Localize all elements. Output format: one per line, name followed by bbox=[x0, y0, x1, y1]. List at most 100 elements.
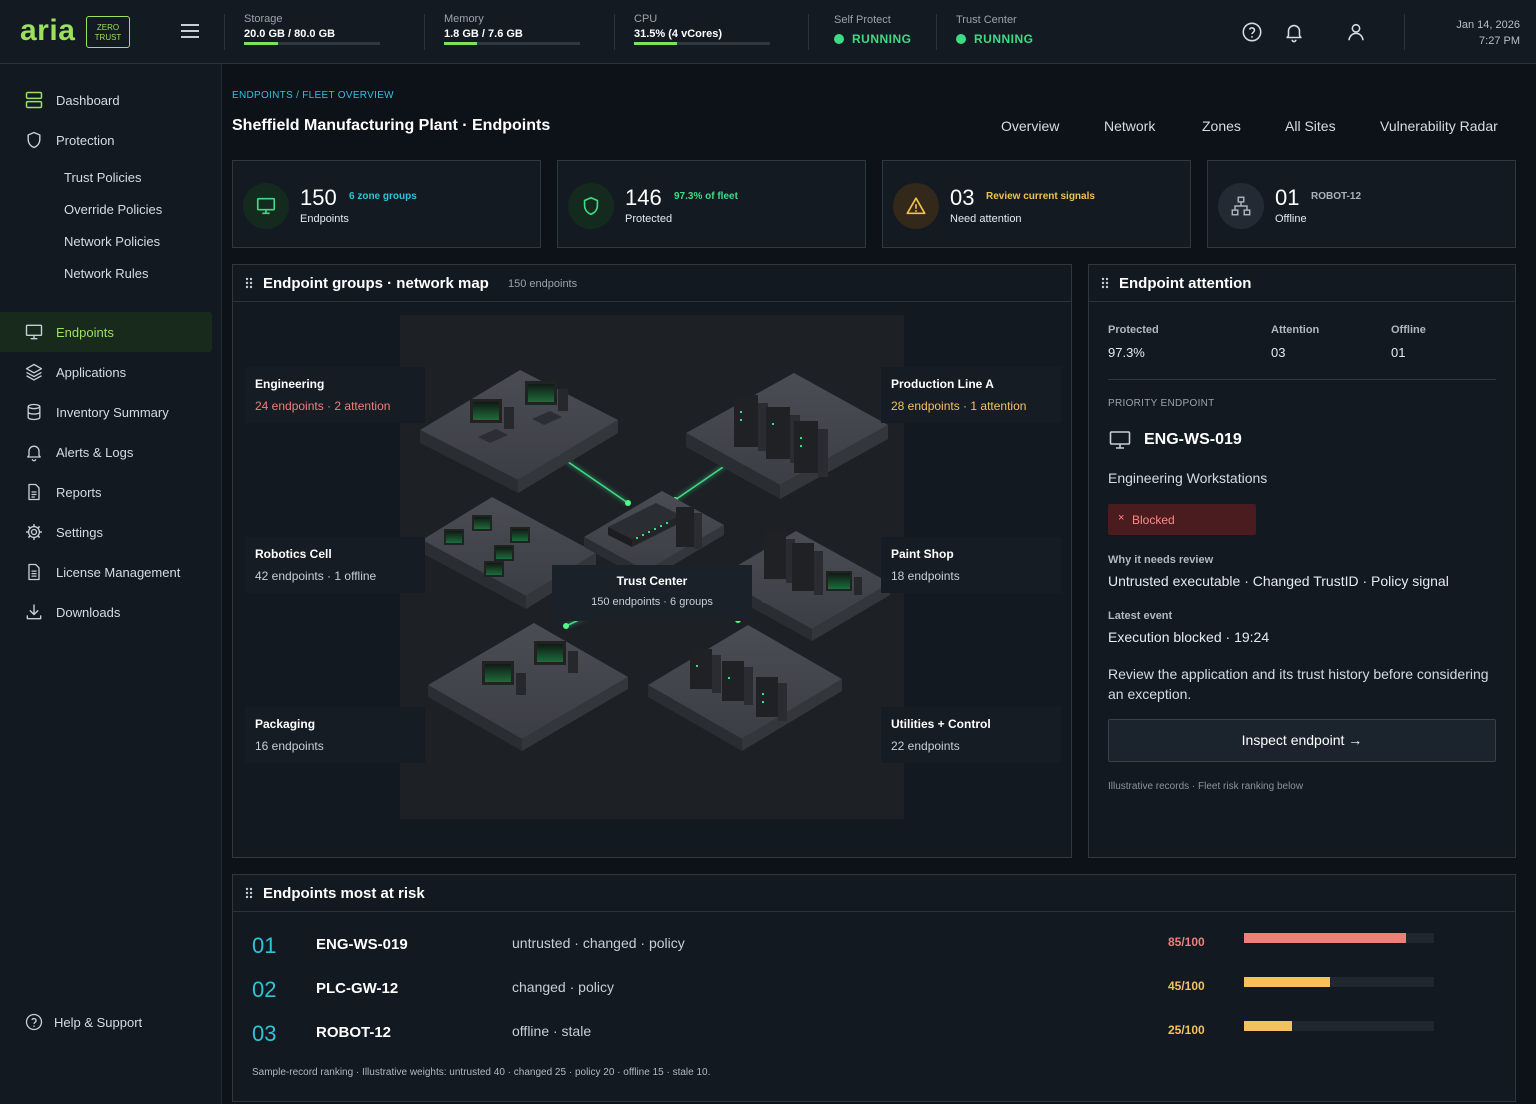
panel-title: Endpoint attention bbox=[1119, 275, 1252, 292]
tab-zones[interactable]: Zones bbox=[1202, 118, 1241, 134]
risk-bar bbox=[1244, 933, 1434, 943]
endpoint-id[interactable]: PLC-GW-12 bbox=[316, 980, 398, 997]
shield-icon bbox=[27, 131, 41, 149]
group-name: Paint Shop bbox=[891, 547, 954, 561]
trust-center-name: Trust Center bbox=[616, 574, 688, 588]
warning-icon bbox=[893, 183, 939, 229]
group-name: Packaging bbox=[255, 717, 316, 731]
sidebar-item-inventory-summary[interactable]: Inventory Summary bbox=[0, 392, 212, 432]
sidebar-item-endpoints[interactable]: Endpoints bbox=[0, 312, 212, 352]
inspect-endpoint-button[interactable]: Inspect endpoint → bbox=[1108, 719, 1496, 762]
tab-network[interactable]: Network bbox=[1104, 118, 1155, 134]
kpi-endpoints[interactable]: 150 6 zone groups Endpoints bbox=[232, 160, 541, 248]
sidebar-item-label: Protection bbox=[56, 132, 115, 148]
drag-handle-icon[interactable] bbox=[245, 277, 253, 289]
drag-handle-icon[interactable] bbox=[245, 887, 253, 899]
risk-score: 25/100 bbox=[1168, 1023, 1205, 1037]
endpoint-group: Engineering Workstations bbox=[1108, 470, 1268, 486]
kpi-attention[interactable]: 03 Review current signals Need attention bbox=[882, 160, 1191, 248]
group-production-line-a[interactable]: Production Line A 28 endpoints · 1 atten… bbox=[881, 367, 1061, 423]
endpoint-id[interactable]: ENG-WS-019 bbox=[1144, 431, 1242, 449]
group-detail: 16 endpoints bbox=[255, 739, 324, 753]
sidebar-item-downloads[interactable]: Downloads bbox=[0, 592, 212, 632]
stat-value: 97.3% bbox=[1108, 345, 1145, 360]
stat-label: Offline bbox=[1391, 324, 1426, 336]
tab-vulnerability-radar[interactable]: Vulnerability Radar bbox=[1380, 118, 1498, 134]
zero-trust-badge: ZERO TRUST bbox=[86, 16, 130, 48]
group-detail: 24 endpoints · 2 attention bbox=[255, 399, 391, 413]
self-protect-label: Self Protect bbox=[834, 14, 891, 26]
sidebar-item-label: Endpoints bbox=[56, 324, 114, 340]
sidebar-item-protection[interactable]: Protection bbox=[0, 120, 212, 160]
storage-label: Storage bbox=[244, 13, 283, 25]
kpi-protected[interactable]: 146 97.3% of fleet Protected bbox=[557, 160, 866, 248]
panel-header: Endpoints most at risk bbox=[233, 875, 1515, 912]
panel-title: Endpoint groups · network map bbox=[263, 275, 489, 292]
panel-title: Endpoints most at risk bbox=[263, 885, 425, 902]
storage-value: 20.0 GB / 80.0 GB bbox=[244, 28, 336, 40]
group-detail: 42 endpoints · 1 offline bbox=[255, 569, 377, 583]
sidebar-item-trust-policies[interactable]: Trust Policies bbox=[64, 170, 142, 185]
group-robotics-cell[interactable]: Robotics Cell 42 endpoints · 1 offline bbox=[245, 537, 425, 593]
sidebar-item-label: Dashboard bbox=[56, 92, 120, 108]
stat-label: Protected bbox=[1108, 324, 1159, 336]
endpoint-id[interactable]: ENG-WS-019 bbox=[316, 936, 408, 953]
trust-center-status: Trust Center RUNNING bbox=[956, 14, 1034, 46]
memory-metric: Memory 1.8 GB / 7.6 GB bbox=[444, 13, 580, 45]
sidebar-item-settings[interactable]: Settings bbox=[0, 512, 212, 552]
app-logo[interactable]: aria bbox=[20, 14, 75, 48]
sidebar-item-network-rules[interactable]: Network Rules bbox=[64, 266, 149, 281]
sidebar-item-dashboard[interactable]: Dashboard bbox=[0, 80, 212, 120]
breadcrumb[interactable]: ENDPOINTS / FLEET OVERVIEW bbox=[232, 90, 394, 101]
kpi-offline[interactable]: 01 ROBOT-12 Offline bbox=[1207, 160, 1516, 248]
monitor-icon bbox=[25, 324, 43, 340]
risk-score: 45/100 bbox=[1168, 979, 1205, 993]
group-name: Production Line A bbox=[891, 377, 994, 391]
user-icon[interactable] bbox=[1345, 21, 1367, 43]
endpoint-id[interactable]: ROBOT-12 bbox=[316, 1024, 391, 1041]
cpu-label: CPU bbox=[634, 13, 658, 25]
risk-tags: changed · policy bbox=[512, 979, 614, 995]
sidebar-item-applications[interactable]: Applications bbox=[0, 352, 212, 392]
risk-tags: untrusted · changed · policy bbox=[512, 935, 685, 951]
group-paint-shop[interactable]: Paint Shop 18 endpoints bbox=[881, 537, 1061, 593]
sidebar-item-alerts-logs[interactable]: Alerts & Logs bbox=[0, 432, 212, 472]
tab-overview[interactable]: Overview bbox=[1001, 118, 1059, 134]
bell-icon[interactable] bbox=[1283, 21, 1305, 43]
trust-center-label[interactable]: Trust Center 150 endpoints · 6 groups bbox=[552, 565, 752, 621]
kpi-sub: 97.3% of fleet bbox=[674, 191, 738, 202]
sidebar-item-override-policies[interactable]: Override Policies bbox=[64, 202, 162, 217]
cpu-value: 31.5% (4 vCores) bbox=[634, 28, 723, 40]
divider bbox=[224, 14, 225, 50]
sidebar-item-label: Downloads bbox=[56, 604, 121, 620]
close-icon: × bbox=[1118, 512, 1125, 524]
group-engineering[interactable]: Engineering 24 endpoints · 2 attention bbox=[245, 367, 425, 423]
tab-all-sites[interactable]: All Sites bbox=[1285, 118, 1336, 134]
panel-count: 150 endpoints bbox=[508, 278, 578, 290]
status-text: Blocked bbox=[1132, 513, 1175, 527]
gear-icon bbox=[26, 524, 42, 540]
panel-header: Endpoint attention bbox=[1089, 265, 1515, 302]
date: Jan 14, 2026 bbox=[1456, 19, 1520, 31]
divider bbox=[424, 14, 425, 50]
self-protect-value: RUNNING bbox=[852, 32, 912, 46]
event-label: Latest event bbox=[1108, 610, 1173, 622]
menu-icon[interactable] bbox=[181, 24, 199, 38]
sidebar-item-label: Alerts & Logs bbox=[56, 444, 134, 460]
endpoints-at-risk-panel: Endpoints most at risk 01 ENG-WS-019 unt… bbox=[232, 874, 1516, 1102]
group-utilities-control[interactable]: Utilities + Control 22 endpoints bbox=[881, 707, 1061, 763]
sidebar-item-label: Inventory Summary bbox=[56, 404, 169, 420]
shield-icon bbox=[568, 183, 614, 229]
help-icon bbox=[25, 1013, 43, 1031]
sidebar-item-help-support[interactable]: Help & Support bbox=[0, 1002, 212, 1042]
sidebar-item-network-policies[interactable]: Network Policies bbox=[64, 234, 160, 249]
group-name: Robotics Cell bbox=[255, 547, 332, 561]
group-packaging[interactable]: Packaging 16 endpoints bbox=[245, 707, 425, 763]
help-icon[interactable] bbox=[1241, 21, 1263, 43]
sidebar-item-reports[interactable]: Reports bbox=[0, 472, 212, 512]
drag-handle-icon[interactable] bbox=[1101, 277, 1109, 289]
sidebar-item-label: Reports bbox=[56, 484, 102, 500]
stat-value: 03 bbox=[1271, 345, 1286, 360]
group-name: Engineering bbox=[255, 377, 325, 391]
sidebar-item-license-management[interactable]: License Management bbox=[0, 552, 212, 592]
